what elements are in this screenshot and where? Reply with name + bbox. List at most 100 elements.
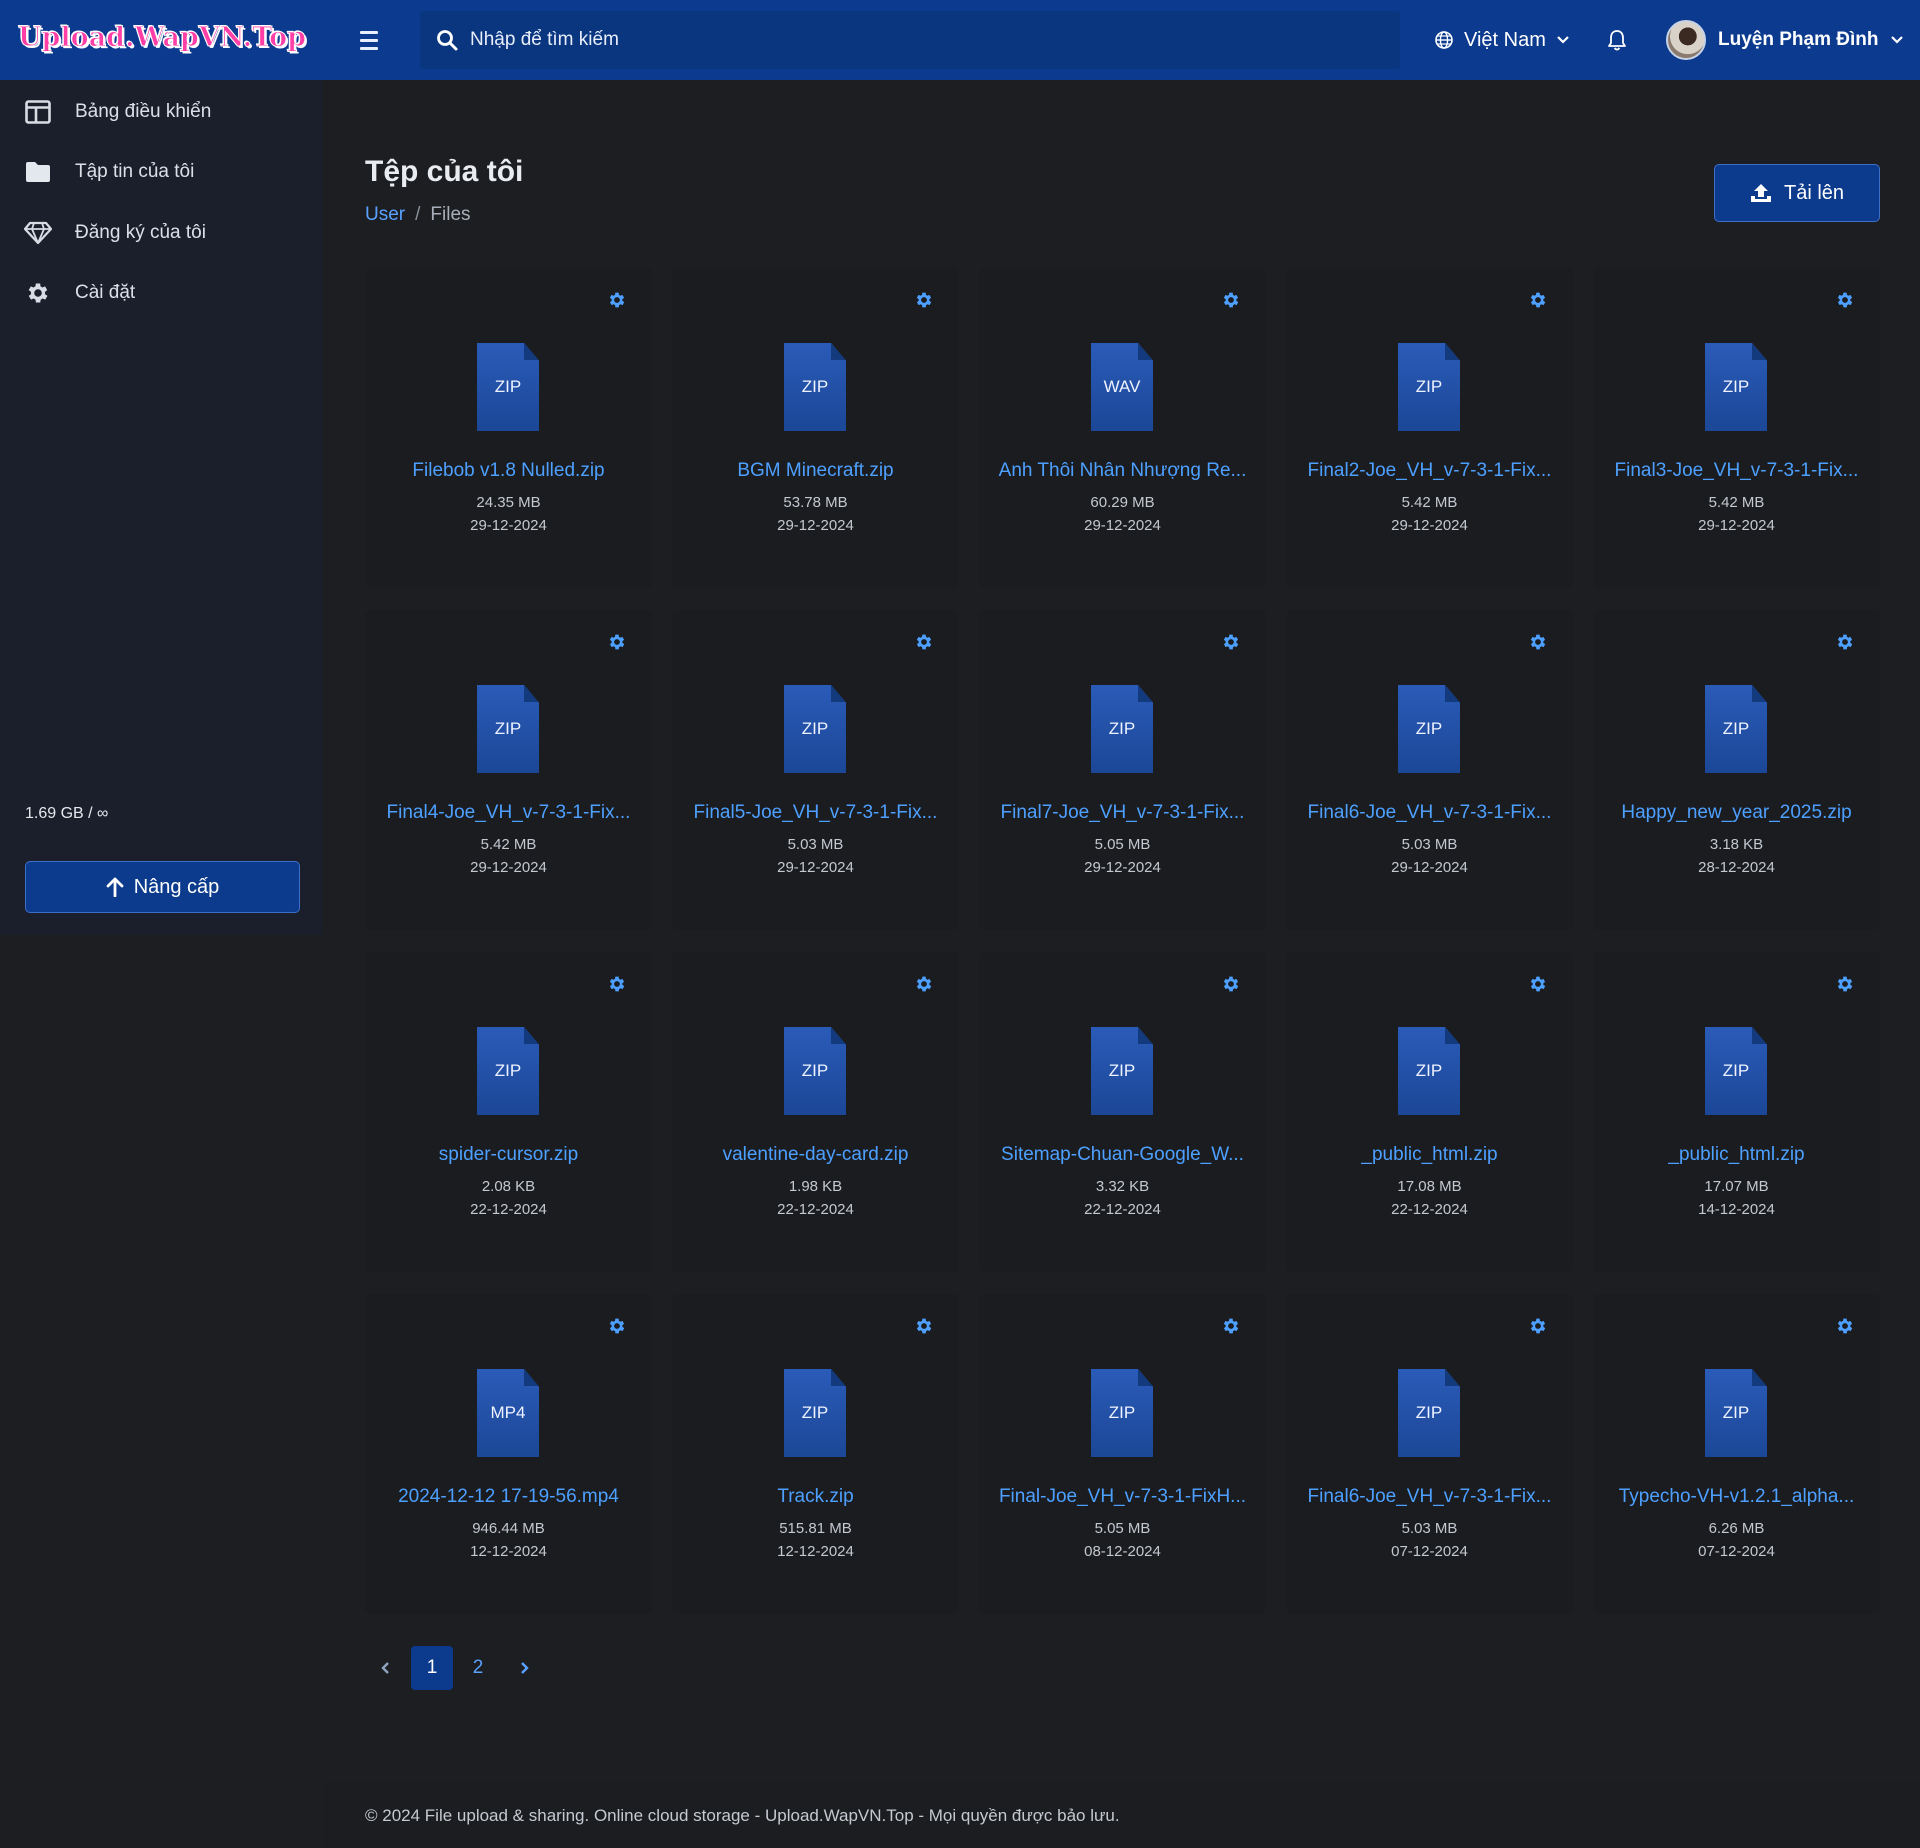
file-type-icon[interactable]: ZIP xyxy=(1091,685,1153,773)
file-name-link[interactable]: Anh Thôi Nhân Nhượng Re... xyxy=(989,460,1256,482)
file-card[interactable]: ZIP Final3-Joe_VH_v-7-3-1-Fix... 5.42 MB 29… xyxy=(1593,268,1880,588)
file-card[interactable]: ZIP Final2-Joe_VH_v-7-3-1-Fix... 5.42 MB 29… xyxy=(1286,268,1573,588)
file-card[interactable]: ZIP Typecho-VH-v1.2.1_alpha... 6.26 MB 07-1… xyxy=(1593,1294,1880,1614)
user-menu[interactable]: Luyện Phạm Đình xyxy=(1666,20,1904,60)
file-size: 5.42 MB xyxy=(1401,494,1458,511)
sidebar-item-settings[interactable]: Cài đặt xyxy=(0,267,322,319)
file-card[interactable]: ZIP valentine-day-card.zip 1.98 KB 22-12-20… xyxy=(672,952,959,1272)
file-settings-gear-icon[interactable] xyxy=(607,974,627,994)
file-name-link[interactable]: Final4-Joe_VH_v-7-3-1-Fix... xyxy=(375,802,642,824)
file-name-link[interactable]: Typecho-VH-v1.2.1_alpha... xyxy=(1603,1486,1870,1508)
page-button-1[interactable]: 1 xyxy=(411,1646,453,1690)
file-settings-gear-icon[interactable] xyxy=(1221,290,1241,310)
file-type-icon[interactable]: MP4 xyxy=(477,1369,539,1457)
file-settings-gear-icon[interactable] xyxy=(914,290,934,310)
file-card[interactable]: ZIP Final6-Joe_VH_v-7-3-1-Fix... 5.03 MB 29… xyxy=(1286,610,1573,930)
file-card[interactable]: ZIP Final-Joe_VH_v-7-3-1-FixH... 5.05 MB 08… xyxy=(979,1294,1266,1614)
file-type-icon[interactable]: ZIP xyxy=(477,1027,539,1115)
site-logo[interactable]: Upload.WapVN.Top xyxy=(18,22,307,54)
file-settings-gear-icon[interactable] xyxy=(914,632,934,652)
file-type-icon[interactable]: ZIP xyxy=(1091,1369,1153,1457)
file-type-icon[interactable]: ZIP xyxy=(1398,343,1460,431)
file-settings-gear-icon[interactable] xyxy=(1528,1316,1548,1336)
sidebar-item-dashboard[interactable]: Bảng điều khiển xyxy=(0,86,322,138)
file-settings-gear-icon[interactable] xyxy=(1528,974,1548,994)
file-type-icon[interactable]: ZIP xyxy=(1398,1027,1460,1115)
file-settings-gear-icon[interactable] xyxy=(607,290,627,310)
file-name-link[interactable]: Final3-Joe_VH_v-7-3-1-Fix... xyxy=(1603,460,1870,482)
file-name-link[interactable]: _public_html.zip xyxy=(1603,1144,1870,1166)
file-card[interactable]: MP4 2024-12-12 17-19-56.mp4 946.44 MB 12-12… xyxy=(365,1294,652,1614)
file-settings-gear-icon[interactable] xyxy=(914,1316,934,1336)
file-settings-gear-icon[interactable] xyxy=(1221,632,1241,652)
file-card[interactable]: ZIP Final6-Joe_VH_v-7-3-1-Fix... 5.03 MB 07… xyxy=(1286,1294,1573,1614)
file-settings-gear-icon[interactable] xyxy=(1835,632,1855,652)
file-settings-gear-icon[interactable] xyxy=(1221,974,1241,994)
file-name-link[interactable]: Filebob v1.8 Nulled.zip xyxy=(375,460,642,482)
file-card[interactable]: ZIP Filebob v1.8 Nulled.zip 24.35 MB 29-12-… xyxy=(365,268,652,588)
file-card[interactable]: ZIP Track.zip 515.81 MB 12-12-2024 xyxy=(672,1294,959,1614)
file-type-icon[interactable]: ZIP xyxy=(1398,1369,1460,1457)
file-name-link[interactable]: valentine-day-card.zip xyxy=(682,1144,949,1166)
language-selector[interactable]: Việt Nam xyxy=(1434,24,1570,56)
file-name-link[interactable]: Final7-Joe_VH_v-7-3-1-Fix... xyxy=(989,802,1256,824)
diamond-icon xyxy=(24,219,52,247)
file-type-icon[interactable]: ZIP xyxy=(1705,1369,1767,1457)
file-name-link[interactable]: _public_html.zip xyxy=(1296,1144,1563,1166)
file-card[interactable]: ZIP Final7-Joe_VH_v-7-3-1-Fix... 5.05 MB 29… xyxy=(979,610,1266,930)
file-type-icon[interactable]: WAV xyxy=(1091,343,1153,431)
upload-button[interactable]: Tải lên xyxy=(1714,164,1880,222)
file-settings-gear-icon[interactable] xyxy=(1221,1316,1241,1336)
file-date: 07-12-2024 xyxy=(1698,1543,1775,1560)
file-settings-gear-icon[interactable] xyxy=(1835,1316,1855,1336)
file-type-icon[interactable]: ZIP xyxy=(1705,1027,1767,1115)
file-name-link[interactable]: Final5-Joe_VH_v-7-3-1-Fix... xyxy=(682,802,949,824)
file-card[interactable]: ZIP Sitemap-Chuan-Google_W... 3.32 KB 22-12… xyxy=(979,952,1266,1272)
file-type-icon[interactable]: ZIP xyxy=(477,343,539,431)
sidebar-item-subscriptions[interactable]: Đăng ký của tôi xyxy=(0,207,322,259)
menu-toggle-button[interactable] xyxy=(355,26,385,54)
file-card[interactable]: ZIP Final5-Joe_VH_v-7-3-1-Fix... 5.03 MB 29… xyxy=(672,610,959,930)
file-type-icon[interactable]: ZIP xyxy=(784,343,846,431)
prev-page-button[interactable] xyxy=(365,1646,407,1690)
search-input[interactable] xyxy=(470,11,1370,69)
file-name-link[interactable]: Final6-Joe_VH_v-7-3-1-Fix... xyxy=(1296,802,1563,824)
file-name-link[interactable]: BGM Minecraft.zip xyxy=(682,460,949,482)
upgrade-button[interactable]: Nâng cấp xyxy=(25,861,300,913)
file-type-icon[interactable]: ZIP xyxy=(1705,685,1767,773)
file-card[interactable]: ZIP _public_html.zip 17.08 MB 22-12-2024 xyxy=(1286,952,1573,1272)
file-name-link[interactable]: 2024-12-12 17-19-56.mp4 xyxy=(375,1486,642,1508)
file-type-icon[interactable]: ZIP xyxy=(1705,343,1767,431)
file-settings-gear-icon[interactable] xyxy=(1528,290,1548,310)
file-settings-gear-icon[interactable] xyxy=(914,974,934,994)
sidebar-item-my-files[interactable]: Tập tin của tôi xyxy=(0,146,322,198)
file-name-link[interactable]: Sitemap-Chuan-Google_W... xyxy=(989,1144,1256,1166)
file-name-link[interactable]: Track.zip xyxy=(682,1486,949,1508)
file-name-link[interactable]: Final-Joe_VH_v-7-3-1-FixH... xyxy=(989,1486,1256,1508)
file-settings-gear-icon[interactable] xyxy=(607,1316,627,1336)
file-card[interactable]: ZIP BGM Minecraft.zip 53.78 MB 29-12-2024 xyxy=(672,268,959,588)
file-name-link[interactable]: Happy_new_year_2025.zip xyxy=(1603,802,1870,824)
file-card[interactable]: ZIP spider-cursor.zip 2.08 KB 22-12-2024 xyxy=(365,952,652,1272)
breadcrumb-user-link[interactable]: User xyxy=(365,204,405,226)
file-settings-gear-icon[interactable] xyxy=(1528,632,1548,652)
file-type-icon[interactable]: ZIP xyxy=(1398,685,1460,773)
file-name-link[interactable]: Final2-Joe_VH_v-7-3-1-Fix... xyxy=(1296,460,1563,482)
file-type-icon[interactable]: ZIP xyxy=(1091,1027,1153,1115)
page-button-2[interactable]: 2 xyxy=(457,1646,499,1690)
file-type-icon[interactable]: ZIP xyxy=(477,685,539,773)
file-type-icon[interactable]: ZIP xyxy=(784,1027,846,1115)
file-settings-gear-icon[interactable] xyxy=(1835,974,1855,994)
file-settings-gear-icon[interactable] xyxy=(607,632,627,652)
notification-bell-icon[interactable] xyxy=(1606,28,1628,52)
file-name-link[interactable]: spider-cursor.zip xyxy=(375,1144,642,1166)
file-name-link[interactable]: Final6-Joe_VH_v-7-3-1-Fix... xyxy=(1296,1486,1563,1508)
file-type-icon[interactable]: ZIP xyxy=(784,1369,846,1457)
file-card[interactable]: ZIP Final4-Joe_VH_v-7-3-1-Fix... 5.42 MB 29… xyxy=(365,610,652,930)
file-type-icon[interactable]: ZIP xyxy=(784,685,846,773)
file-card[interactable]: WAV Anh Thôi Nhân Nhượng Re... 60.29 MB 29-… xyxy=(979,268,1266,588)
file-card[interactable]: ZIP Happy_new_year_2025.zip 3.18 KB 28-12-2… xyxy=(1593,610,1880,930)
file-card[interactable]: ZIP _public_html.zip 17.07 MB 14-12-2024 xyxy=(1593,952,1880,1272)
file-settings-gear-icon[interactable] xyxy=(1835,290,1855,310)
next-page-button[interactable] xyxy=(503,1646,545,1690)
